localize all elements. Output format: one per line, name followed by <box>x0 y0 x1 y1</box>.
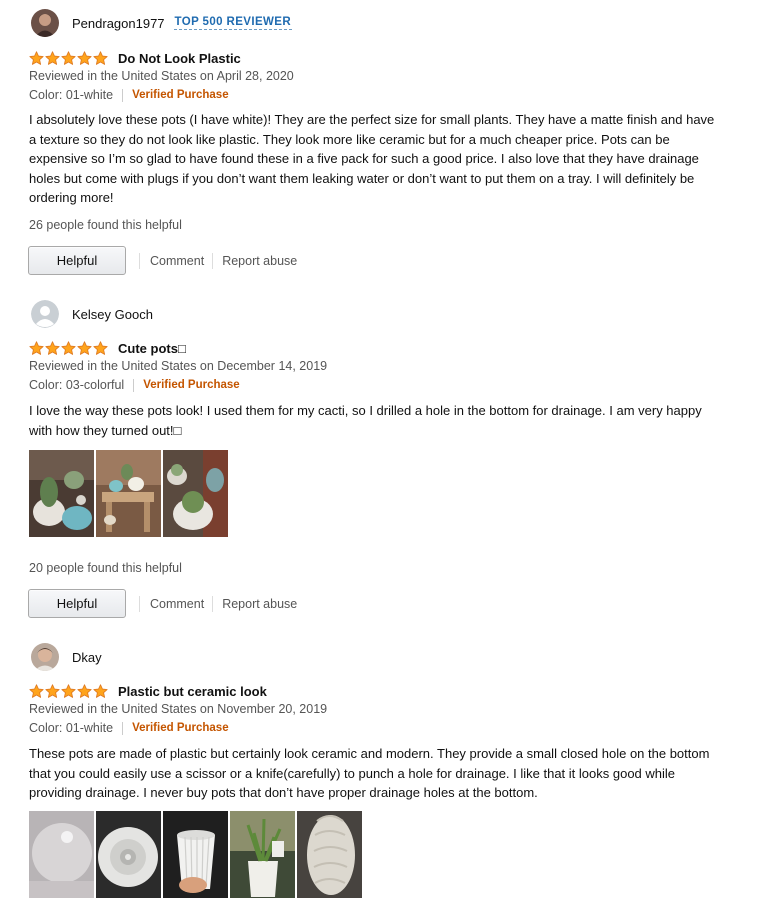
variant-link[interactable]: Color: 01-white <box>29 721 113 735</box>
star-rating[interactable] <box>29 51 108 66</box>
reviewer-profile[interactable]: Kelsey Gooch <box>31 300 153 328</box>
reviewer-profile[interactable]: Dkay <box>31 643 102 671</box>
review-photo[interactable] <box>230 811 295 898</box>
star-icon <box>77 684 92 699</box>
report-abuse-link[interactable]: Report abuse <box>222 254 297 268</box>
review-title[interactable]: Cute pots□ <box>118 341 186 356</box>
divider <box>212 595 214 612</box>
review-body: I love the way these pots look! I used t… <box>29 403 702 438</box>
helpful-count: 26 people found this helpful <box>29 218 182 232</box>
star-icon <box>93 684 108 699</box>
star-icon <box>93 341 108 356</box>
review-title[interactable]: Plastic but ceramic look <box>118 684 267 699</box>
divider <box>139 595 140 612</box>
verified-purchase-badge[interactable]: Verified Purchase <box>143 379 240 391</box>
avatar[interactable] <box>31 9 59 37</box>
divider <box>212 252 214 269</box>
helpful-count: 20 people found this helpful <box>29 561 182 575</box>
reviewer-name[interactable]: Pendragon1977 <box>72 16 165 31</box>
review-title[interactable]: Do Not Look Plastic <box>118 51 241 66</box>
divider <box>122 88 124 102</box>
star-icon <box>45 341 60 356</box>
star-icon <box>61 51 76 66</box>
review-photos <box>29 811 362 898</box>
variant-link[interactable]: Color: 01-white <box>29 88 113 102</box>
divider <box>139 252 140 269</box>
star-icon <box>29 51 44 66</box>
reviewer-name[interactable]: Dkay <box>72 650 102 665</box>
review-body: These pots are made of plastic but certa… <box>29 746 710 800</box>
star-icon <box>29 684 44 699</box>
review-date: Reviewed in the United States on Decembe… <box>29 359 328 373</box>
reviewer-name[interactable]: Kelsey Gooch <box>72 307 153 322</box>
default-avatar-icon[interactable] <box>31 300 59 328</box>
comment-link[interactable]: Comment <box>150 597 204 611</box>
star-icon <box>61 341 76 356</box>
review-date: Reviewed in the United States on April 2… <box>29 69 294 83</box>
verified-purchase-badge[interactable]: Verified Purchase <box>132 89 229 101</box>
review-photo[interactable] <box>96 811 161 898</box>
star-icon <box>45 51 60 66</box>
review-photo[interactable] <box>163 811 228 898</box>
avatar[interactable] <box>31 643 59 671</box>
divider <box>133 378 135 392</box>
star-icon <box>61 684 76 699</box>
top-reviewer-badge[interactable]: TOP 500 REVIEWER <box>173 16 293 30</box>
review-photo[interactable] <box>29 450 94 537</box>
star-rating[interactable] <box>29 341 108 356</box>
review-photos <box>29 450 228 537</box>
star-icon <box>29 341 44 356</box>
star-icon <box>93 51 108 66</box>
review-photo[interactable] <box>29 811 94 898</box>
verified-purchase-badge[interactable]: Verified Purchase <box>132 722 229 734</box>
reviewer-profile[interactable]: Pendragon1977 TOP 500 REVIEWER <box>31 9 293 37</box>
helpful-button[interactable]: Helpful <box>28 589 126 618</box>
divider <box>122 721 124 735</box>
variant-link[interactable]: Color: 03-colorful <box>29 378 124 392</box>
report-abuse-link[interactable]: Report abuse <box>222 597 297 611</box>
review-date: Reviewed in the United States on Novembe… <box>29 702 328 716</box>
review-photo[interactable] <box>163 450 228 537</box>
star-icon <box>77 341 92 356</box>
review-photo[interactable] <box>96 450 161 537</box>
star-rating[interactable] <box>29 684 108 699</box>
helpful-button[interactable]: Helpful <box>28 246 126 275</box>
review-body: I absolutely love these pots (I have whi… <box>29 112 715 205</box>
review-photo[interactable] <box>297 811 362 898</box>
comment-link[interactable]: Comment <box>150 254 204 268</box>
star-icon <box>45 684 60 699</box>
star-icon <box>77 51 92 66</box>
